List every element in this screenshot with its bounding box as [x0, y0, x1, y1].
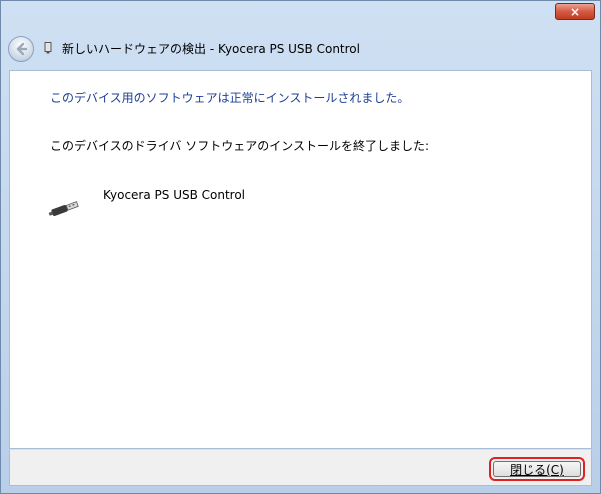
wizard-nav-bar: 新しいハードウェアの検出 - Kyocera PS USB Control — [0, 26, 601, 70]
usb-connector-icon — [48, 201, 79, 216]
close-button-label: 閉じる(C) — [510, 462, 564, 477]
success-heading: このデバイス用のソフトウェアは正常にインストールされました。 — [50, 91, 410, 105]
close-icon: × — [569, 4, 581, 19]
device-icon — [44, 42, 52, 54]
close-button[interactable]: 閉じる(C) — [489, 457, 585, 481]
content-panel: このデバイス用のソフトウェアは正常にインストールされました。 このデバイスのドラ… — [9, 70, 592, 449]
window-close-button[interactable]: × — [555, 3, 595, 20]
device-name: Kyocera PS USB Control — [103, 188, 246, 202]
window-title: 新しいハードウェアの検出 - Kyocera PS USB Control — [62, 42, 360, 56]
installer-dialog-window: × 新しいハードウェアの検出 - Kyocera PS USB Control … — [0, 0, 601, 494]
install-finished-text: このデバイスのドライバ ソフトウェアのインストールを終了しました: — [50, 139, 430, 153]
dialog-footer: 閉じる(C) — [9, 449, 592, 486]
back-button[interactable] — [8, 36, 34, 62]
back-arrow-icon — [16, 42, 28, 56]
close-button-face[interactable]: 閉じる(C) — [493, 461, 581, 477]
